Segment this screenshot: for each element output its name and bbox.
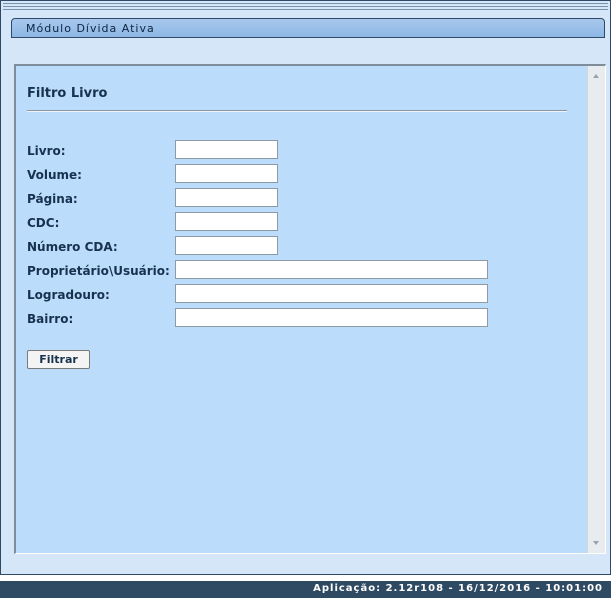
status-bar: Aplicação: 2.12r108 - 16/12/2016 - 10:01… [0, 581, 611, 598]
volume-label: Volume: [27, 168, 82, 182]
title-divider [27, 110, 567, 112]
logradouro-input[interactable] [175, 284, 488, 303]
bairro-label: Bairro: [27, 312, 74, 326]
filtrar-button[interactable]: Filtrar [27, 350, 90, 369]
module-title-bar: Módulo Dívida Ativa [11, 18, 605, 38]
logradouro-label: Logradouro: [27, 288, 110, 302]
cdc-input[interactable] [175, 212, 278, 231]
pagina-input[interactable] [175, 188, 278, 207]
cdc-label: CDC: [27, 216, 60, 230]
scroll-up-arrow-icon[interactable] [593, 74, 599, 78]
scroll-down-arrow-icon[interactable] [593, 541, 599, 545]
pagina-label: Página: [27, 192, 78, 206]
vertical-scrollbar[interactable] [587, 66, 605, 553]
status-text: Aplicação: 2.12r108 - 16/12/2016 - 10:01… [313, 583, 603, 594]
numero-cda-input[interactable] [175, 236, 278, 255]
filter-title: Filtro Livro [27, 86, 108, 101]
volume-input[interactable] [175, 164, 278, 183]
app-frame: Módulo Dívida Ativa Filtro Livro Livro: … [0, 0, 611, 575]
decorative-stripes [3, 3, 608, 11]
proprietario-usuario-label: Proprietário\Usuário: [27, 264, 170, 278]
livro-label: Livro: [27, 144, 66, 158]
numero-cda-label: Número CDA: [27, 240, 118, 254]
module-title: Módulo Dívida Ativa [26, 22, 155, 35]
bairro-input[interactable] [175, 308, 488, 327]
proprietario-usuario-input[interactable] [175, 260, 488, 279]
livro-input[interactable] [175, 140, 278, 159]
filter-panel: Filtro Livro Livro: Volume: Página: CDC:… [14, 64, 606, 554]
